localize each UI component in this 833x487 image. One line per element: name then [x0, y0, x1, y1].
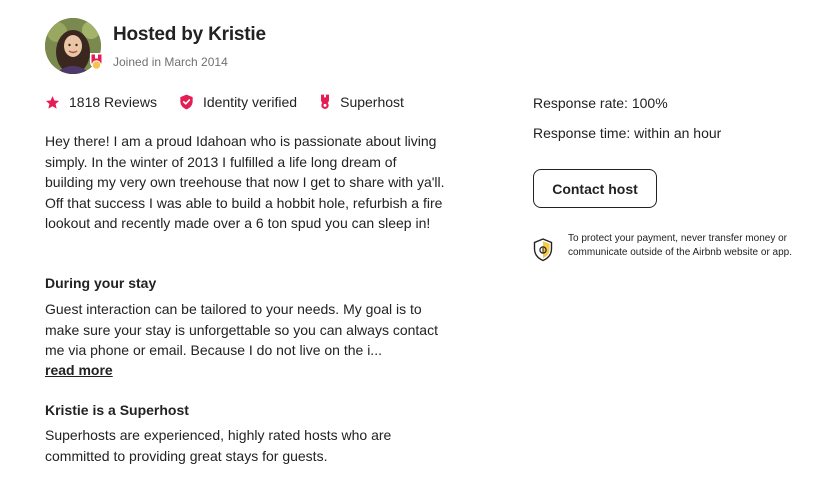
reviews-count: 1818 Reviews [69, 94, 157, 110]
superhost-description: Superhosts are experienced, highly rated… [45, 427, 392, 464]
reviews-stat: 1818 Reviews [45, 94, 157, 110]
superhost-stat: Superhost [319, 94, 404, 110]
joined-date: Joined in March 2014 [113, 55, 228, 69]
superhost-heading: Kristie is a Superhost [45, 402, 189, 418]
star-icon [45, 95, 60, 109]
host-bio: Hey there! I am a proud Idahoan who is p… [45, 133, 445, 231]
read-more-link[interactable]: read more [45, 362, 113, 378]
payment-protection-shield-icon [533, 238, 553, 262]
superhost-medal-icon [321, 94, 330, 109]
superhost-label: Superhost [340, 94, 404, 110]
payment-protection-notice: To protect your payment, never transfer … [568, 233, 793, 258]
identity-verified-label: Identity verified [202, 94, 298, 110]
host-title: Hosted by Kristie [113, 24, 266, 45]
identity-stat: Identity verified [179, 94, 297, 110]
superhost-badge-icon [90, 53, 103, 70]
during-stay-text: Guest interaction can be tailored to you… [45, 301, 438, 358]
verified-shield-icon [180, 94, 193, 110]
host-stats: 1818 Reviews Identity verified Superhost [45, 94, 426, 110]
response-rate: Response rate: 100% [533, 95, 668, 111]
response-time: Response time: within an hour [533, 125, 722, 141]
contact-host-button[interactable]: Contact host [533, 169, 657, 208]
during-stay-heading: During your stay [45, 275, 157, 291]
